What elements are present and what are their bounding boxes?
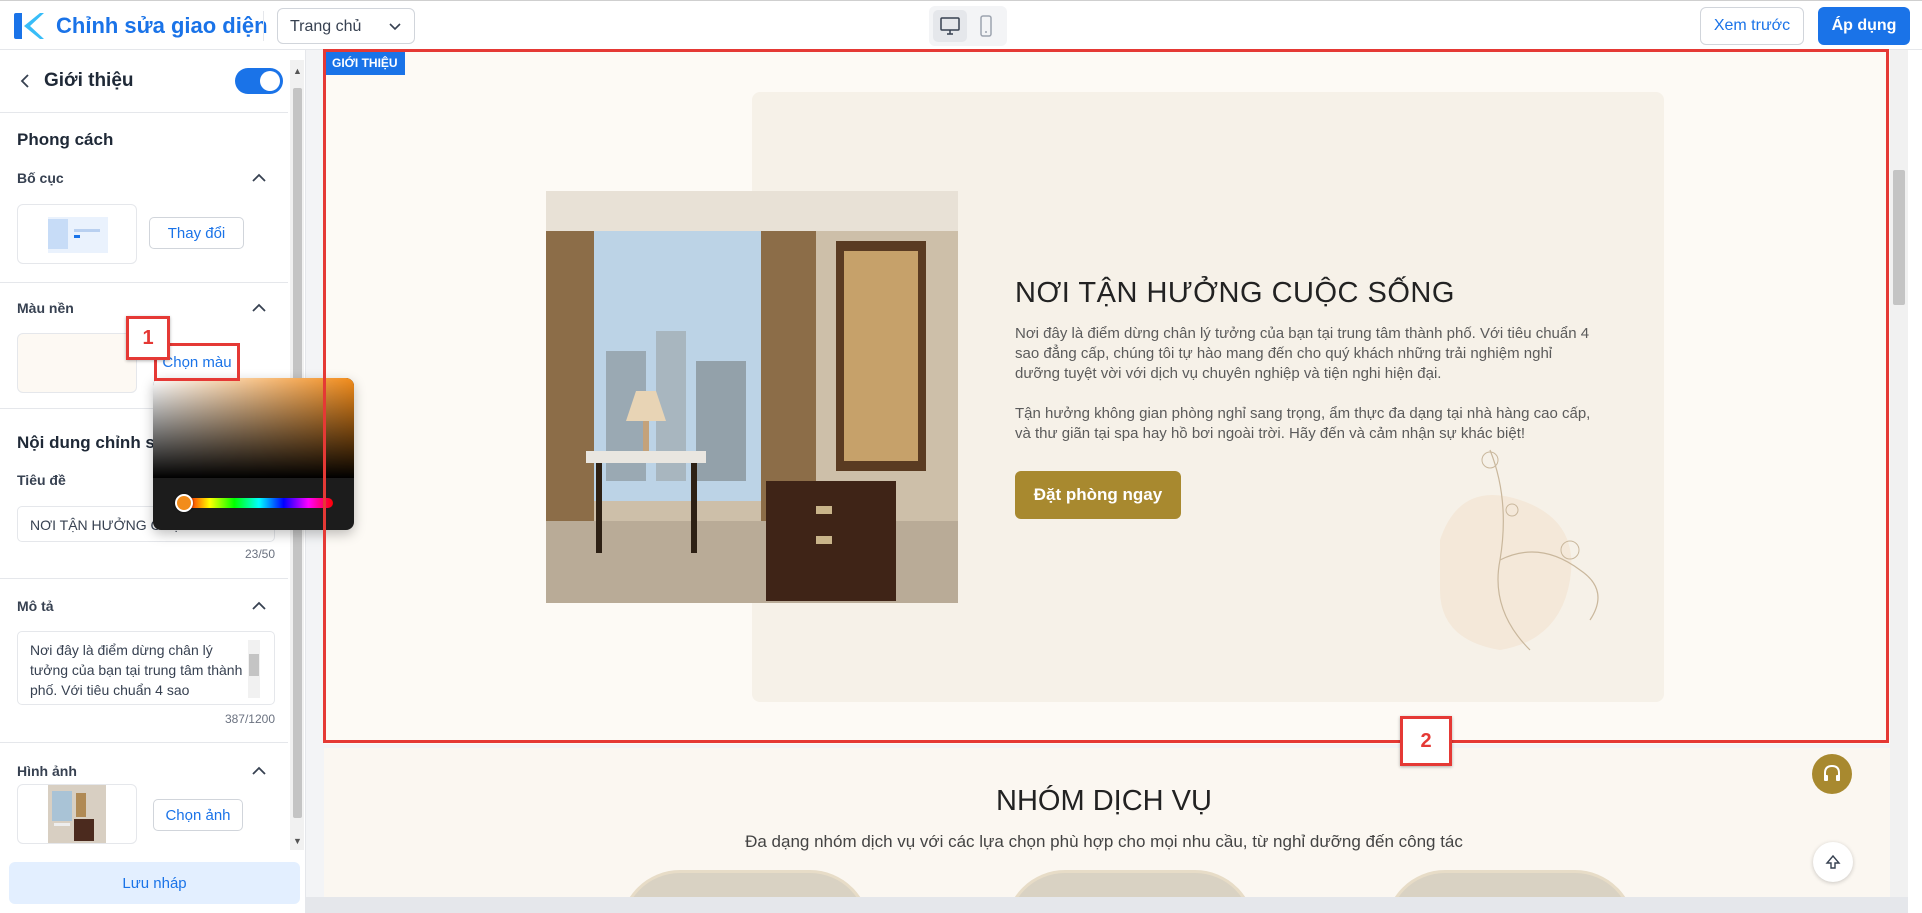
- mobile-view-button[interactable]: [969, 10, 1003, 42]
- chevron-up-icon[interactable]: [251, 173, 267, 183]
- annotation-box-2: [323, 49, 1889, 743]
- background-color-label: Màu nền: [17, 300, 74, 316]
- desktop-icon: [940, 17, 960, 35]
- description-textarea[interactable]: Nơi đây là điểm dừng chân lý tưởng của b…: [17, 631, 275, 705]
- save-draft-button[interactable]: Lưu nháp: [9, 862, 300, 904]
- section-visibility-toggle[interactable]: [235, 68, 283, 94]
- description-label: Mô tả: [17, 598, 54, 614]
- scroll-to-top-button[interactable]: [1813, 842, 1853, 882]
- annotation-marker-2: 2: [1400, 716, 1452, 766]
- description-char-counter: 387/1200: [224, 712, 275, 726]
- scroll-up-icon[interactable]: ▲: [293, 66, 302, 76]
- device-toggle: [929, 6, 1007, 46]
- apply-button[interactable]: Áp dụng: [1818, 7, 1910, 45]
- layout-label: Bố cục: [17, 170, 64, 186]
- app-logo-icon: [14, 13, 44, 39]
- header-divider: [263, 11, 264, 41]
- change-layout-button[interactable]: Thay đổi: [149, 217, 244, 249]
- preview-button[interactable]: Xem trước: [1700, 7, 1804, 45]
- hue-slider-handle[interactable]: [175, 494, 193, 512]
- layout-preview: [17, 204, 137, 264]
- arrow-up-icon: [1825, 854, 1841, 869]
- chevron-up-icon[interactable]: [251, 766, 267, 776]
- top-bar: Chỉnh sửa giao diện Trang chủ Xem trước …: [0, 0, 1922, 50]
- back-arrow-icon[interactable]: [18, 73, 32, 89]
- support-button[interactable]: [1812, 754, 1852, 794]
- style-heading: Phong cách: [17, 130, 114, 149]
- image-label: Hình ảnh: [17, 763, 77, 779]
- page-selector-value: Trang chủ: [290, 18, 362, 35]
- services-title: NHÓM DỊCH VỤ: [996, 785, 1212, 817]
- app-title: Chỉnh sửa giao diện: [56, 13, 268, 38]
- title-label: Tiêu đề: [17, 472, 66, 488]
- textarea-scroll-thumb[interactable]: [249, 654, 259, 676]
- divider: [0, 742, 288, 743]
- section-title: Giới thiệu: [44, 70, 134, 91]
- chevron-down-icon: [389, 23, 401, 31]
- title-char-counter: 23/50: [244, 547, 275, 561]
- divider: [0, 282, 288, 283]
- chevron-up-icon[interactable]: [251, 601, 267, 611]
- divider: [0, 578, 288, 579]
- canvas-scroll-thumb[interactable]: [1893, 170, 1905, 305]
- layout-thumbnail-icon: [48, 217, 108, 253]
- hue-slider[interactable]: [185, 498, 333, 508]
- headset-icon: [1824, 764, 1840, 781]
- services-subtitle: Đa dạng nhóm dịch vụ với các lựa chọn ph…: [745, 832, 1463, 851]
- chevron-up-icon[interactable]: [251, 303, 267, 313]
- annotation-marker-1: 1: [126, 316, 170, 360]
- desktop-view-button[interactable]: [933, 10, 967, 42]
- canvas-bottom-strip: [306, 897, 1908, 913]
- background-color-swatch[interactable]: [17, 333, 137, 393]
- page-selector[interactable]: Trang chủ: [277, 8, 415, 44]
- divider: [0, 112, 288, 113]
- mobile-icon: [980, 15, 992, 37]
